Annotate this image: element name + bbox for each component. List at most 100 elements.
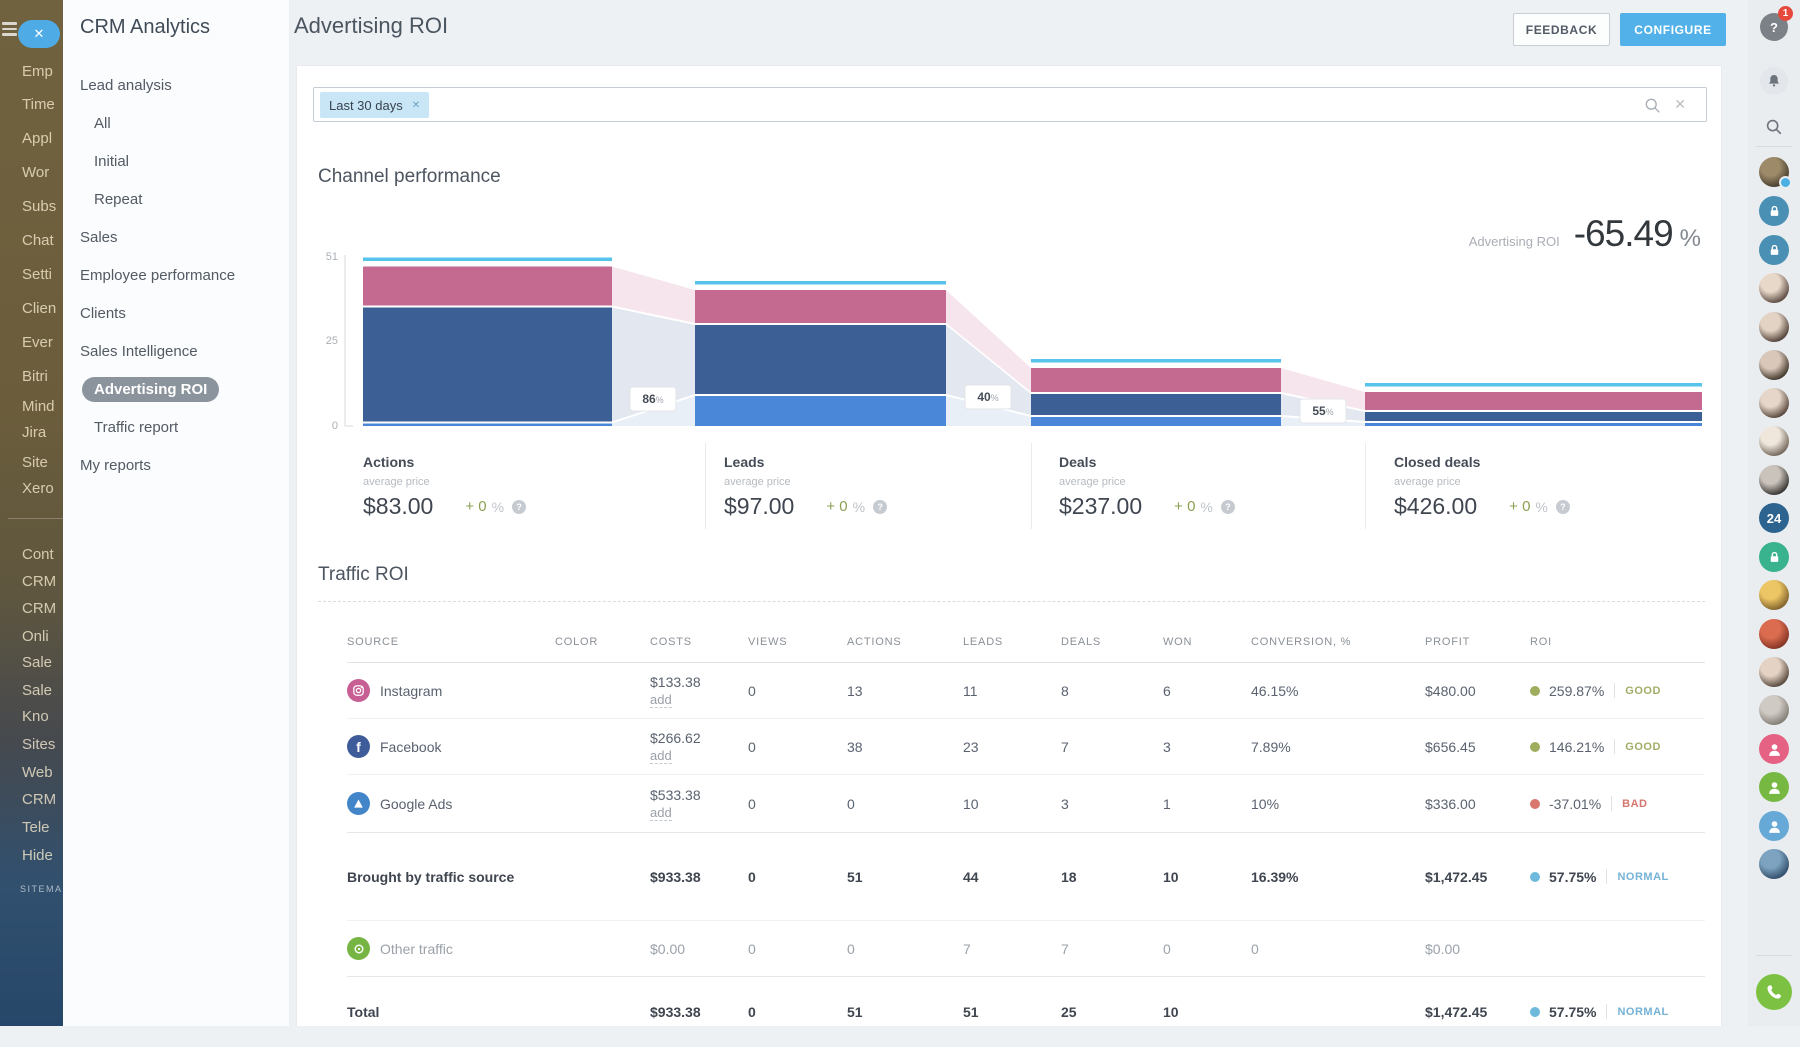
strip-item[interactable]: Tele xyxy=(22,818,50,838)
user-avatar[interactable] xyxy=(1759,580,1789,610)
locked-chat-icon[interactable] xyxy=(1759,542,1789,572)
filter-input[interactable]: Last 30 days ✕ ✕ xyxy=(313,87,1707,122)
user-avatar[interactable] xyxy=(1759,619,1789,649)
person-icon[interactable] xyxy=(1759,734,1789,764)
stage-card-subtitle: average price xyxy=(1394,476,1723,488)
strip-item[interactable]: Time xyxy=(22,95,55,115)
source-cell: Google Ads xyxy=(347,792,555,815)
locked-chat-icon[interactable] xyxy=(1759,196,1789,226)
strip-divider xyxy=(8,518,63,519)
sidebar-item-repeat[interactable]: Repeat xyxy=(80,180,285,218)
call-button[interactable] xyxy=(1756,974,1792,1010)
strip-item[interactable]: Chat xyxy=(22,231,54,251)
strip-item[interactable]: Web xyxy=(22,763,53,783)
table-row: Other traffic$0.00007700$0.00 xyxy=(347,921,1705,977)
strip-item[interactable]: Wor xyxy=(22,163,49,183)
strip-item[interactable]: Hide xyxy=(22,846,53,866)
strip-item[interactable]: Emp xyxy=(22,62,53,82)
sidebar-item-sales-intelligence[interactable]: Sales Intelligence xyxy=(80,332,285,370)
sidebar-item-lead-analysis[interactable]: Lead analysis xyxy=(80,66,285,104)
strip-item[interactable]: Xero xyxy=(22,479,54,499)
leads-cell: 10 xyxy=(963,796,1061,812)
strip-item[interactable]: Clien xyxy=(22,299,56,319)
person-icon[interactable] xyxy=(1759,772,1789,802)
column-header: LEADS xyxy=(963,636,1061,648)
add-cost-link[interactable]: add xyxy=(650,806,672,821)
search-button[interactable] xyxy=(1760,113,1788,141)
stage-card-title: Actions xyxy=(363,454,705,470)
help-icon[interactable]: ? xyxy=(1556,500,1570,514)
user-avatar[interactable] xyxy=(1759,350,1789,380)
strip-item[interactable]: Appl xyxy=(22,129,52,149)
user-avatar[interactable] xyxy=(1759,849,1789,879)
strip-item[interactable]: Ever xyxy=(22,333,53,353)
strip-item[interactable]: Jira xyxy=(22,423,46,443)
column-header: COLOR xyxy=(555,636,650,648)
strip-item[interactable]: Sale xyxy=(22,681,52,701)
hamburger-icon[interactable] xyxy=(2,22,18,38)
roi-status-dot xyxy=(1530,742,1540,752)
user-avatar[interactable] xyxy=(1759,312,1789,342)
user-avatar[interactable] xyxy=(1759,273,1789,303)
clear-filter-icon[interactable]: ✕ xyxy=(1674,96,1686,113)
views-cell: 0 xyxy=(748,869,847,885)
user-avatar[interactable] xyxy=(1759,465,1789,495)
user-avatar[interactable] xyxy=(1759,657,1789,687)
person-icon[interactable] xyxy=(1759,811,1789,841)
sidebar-item-my-reports[interactable]: My reports xyxy=(80,446,285,484)
profit-cell: $1,472.45 xyxy=(1425,1004,1530,1020)
configure-button[interactable]: CONFIGURE xyxy=(1620,13,1726,46)
strip-item[interactable]: Subs xyxy=(22,197,56,217)
roi-value: 57.75% xyxy=(1549,1004,1596,1020)
svg-text:86%: 86% xyxy=(642,392,663,406)
notification-count-badge: 1 xyxy=(1778,6,1793,21)
user-avatar[interactable] xyxy=(1759,695,1789,725)
leads-cell: 11 xyxy=(963,683,1061,699)
strip-item[interactable]: Kno xyxy=(22,707,49,727)
roi-status-badge: NORMAL xyxy=(1617,871,1668,883)
search-icon[interactable] xyxy=(1644,97,1661,114)
strip-item[interactable]: CRM xyxy=(22,599,56,619)
user-avatar[interactable] xyxy=(1759,426,1789,456)
strip-item[interactable]: Setti xyxy=(22,265,52,285)
chip-remove-icon[interactable]: ✕ xyxy=(412,100,420,111)
stage-card-price: $97.00 xyxy=(724,493,794,520)
source-label: Other traffic xyxy=(380,941,453,957)
strip-item[interactable]: Onli xyxy=(22,627,49,647)
sidebar-item-sales[interactable]: Sales xyxy=(80,218,285,256)
report-card: Last 30 days ✕ ✕ Channel performance Adv… xyxy=(296,65,1722,1026)
source-cell: Instagram xyxy=(347,679,555,702)
column-header: PROFIT xyxy=(1425,636,1530,648)
notifications-button[interactable] xyxy=(1760,67,1788,95)
user-avatar[interactable] xyxy=(1759,157,1789,187)
locked-chat-icon[interactable] xyxy=(1759,235,1789,265)
actions-cell: 0 xyxy=(847,941,963,957)
help-icon[interactable]: ? xyxy=(873,500,887,514)
strip-item[interactable]: Site xyxy=(22,453,48,473)
strip-item[interactable]: Bitri xyxy=(22,367,48,387)
counter-badge[interactable]: 24 xyxy=(1759,503,1789,533)
strip-item[interactable]: Sites xyxy=(22,735,55,755)
sidebar-item-all[interactable]: All xyxy=(80,104,285,142)
sidebar-item-traffic-report[interactable]: Traffic report xyxy=(80,408,285,446)
help-icon[interactable]: ? xyxy=(1221,500,1235,514)
help-icon[interactable]: ? xyxy=(512,500,526,514)
sidebar-item-employee-performance[interactable]: Employee performance xyxy=(80,256,285,294)
source-cell: Other traffic xyxy=(347,937,555,960)
sidebar-item-advertising-roi[interactable]: Advertising ROI xyxy=(80,370,285,408)
strip-item[interactable]: CRM xyxy=(22,572,56,592)
sidebar-item-initial[interactable]: Initial xyxy=(80,142,285,180)
strip-item[interactable]: Sale xyxy=(22,653,52,673)
sitemap-link[interactable]: SITEMA xyxy=(20,884,63,894)
svg-text:25: 25 xyxy=(326,335,338,347)
sidebar-item-clients[interactable]: Clients xyxy=(80,294,285,332)
add-cost-link[interactable]: add xyxy=(650,749,672,764)
user-avatar[interactable] xyxy=(1759,388,1789,418)
feedback-button[interactable]: FEEDBACK xyxy=(1513,13,1610,46)
strip-item[interactable]: Cont xyxy=(22,545,54,565)
strip-item[interactable]: Mind xyxy=(22,397,55,417)
strip-item[interactable]: CRM xyxy=(22,790,56,810)
close-panel-button[interactable]: ✕ xyxy=(18,20,60,48)
filter-chip[interactable]: Last 30 days ✕ xyxy=(320,92,429,118)
add-cost-link[interactable]: add xyxy=(650,693,672,708)
